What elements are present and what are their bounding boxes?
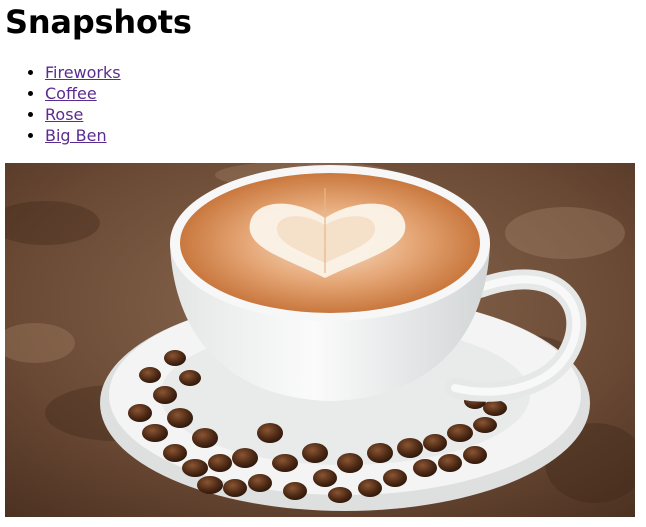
list-item: Big Ben — [45, 125, 121, 146]
coffee-latte-photo — [5, 163, 635, 517]
link-rose[interactable]: Rose — [45, 105, 83, 124]
list-item: Coffee — [45, 83, 121, 104]
link-big-ben[interactable]: Big Ben — [45, 126, 107, 145]
link-fireworks[interactable]: Fireworks — [45, 63, 121, 82]
snapshot-link-list: Fireworks Coffee Rose Big Ben — [5, 62, 121, 146]
link-coffee[interactable]: Coffee — [45, 84, 97, 103]
list-item: Fireworks — [45, 62, 121, 83]
page-title: Snapshots — [5, 3, 192, 41]
list-item: Rose — [45, 104, 121, 125]
